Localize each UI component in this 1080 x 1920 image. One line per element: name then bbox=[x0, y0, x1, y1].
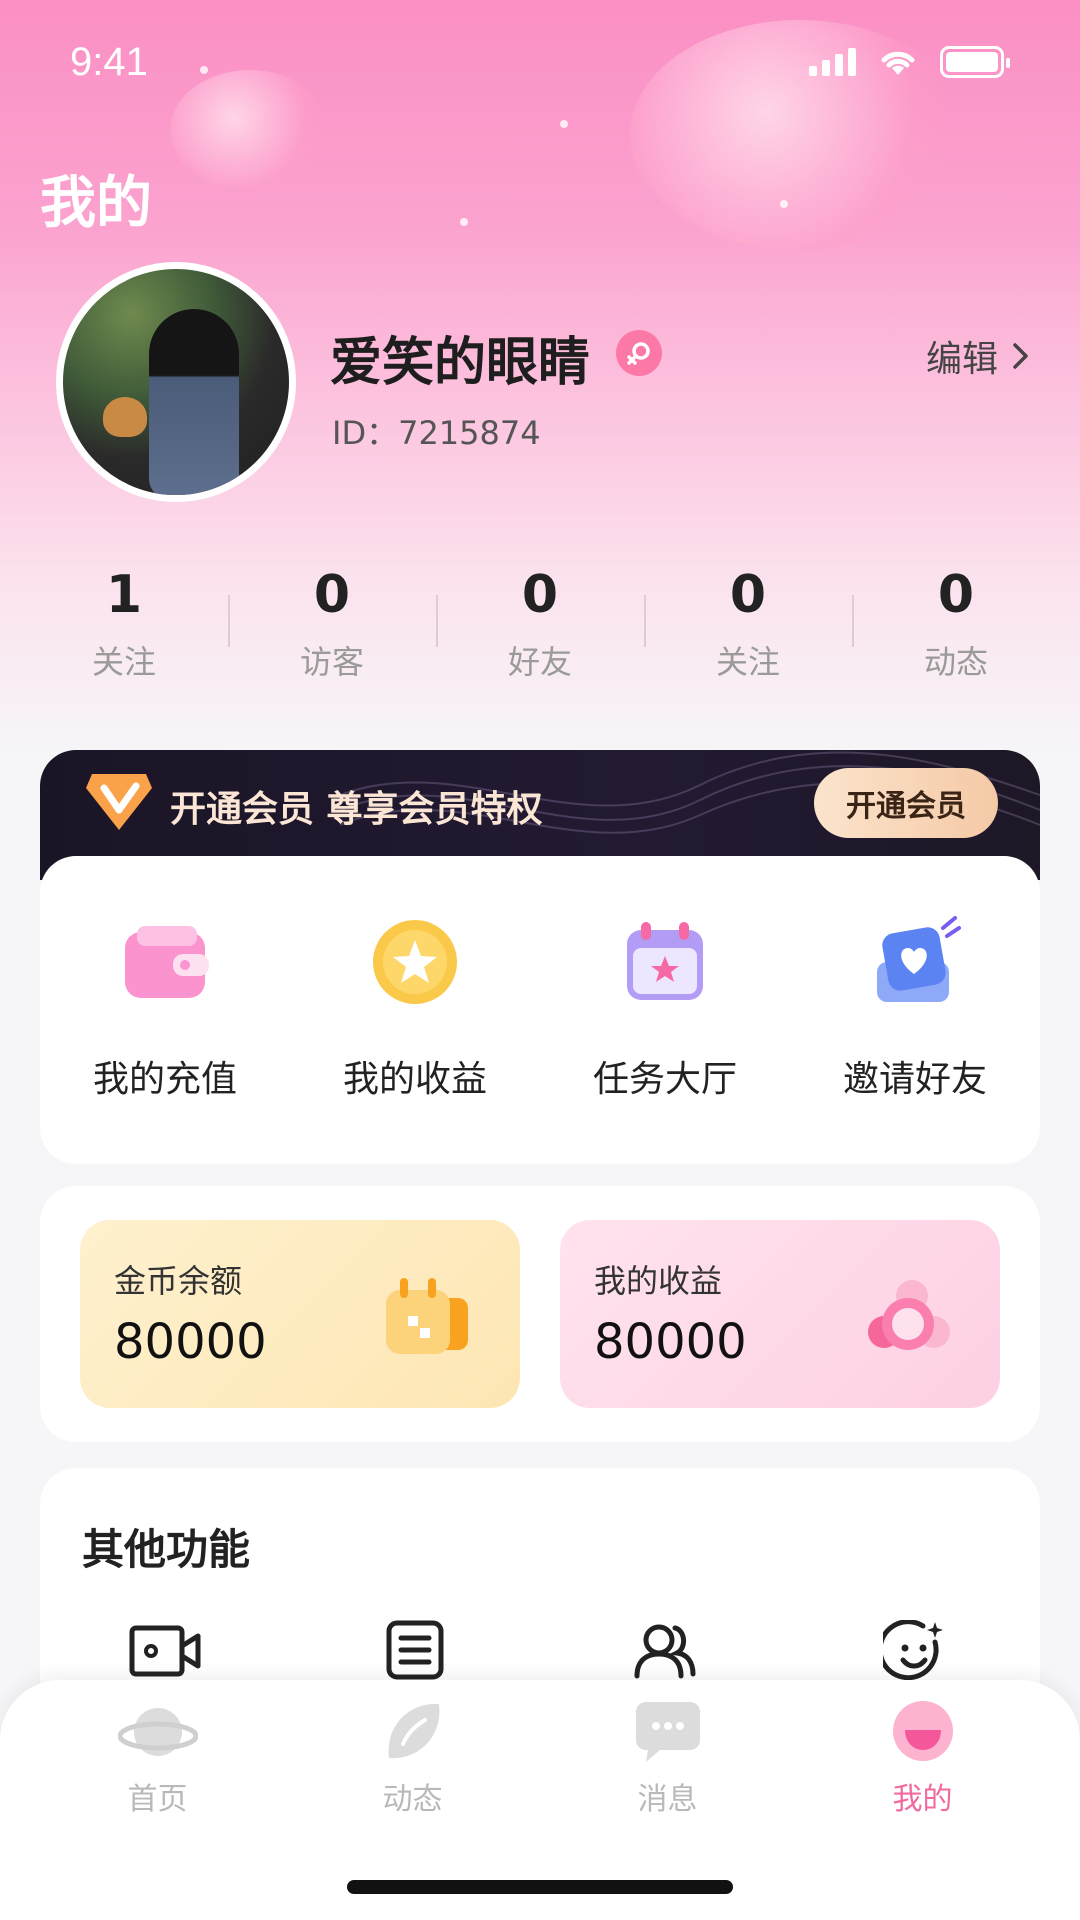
wifi-icon bbox=[881, 51, 915, 75]
me-icon bbox=[883, 1696, 963, 1766]
stat-label: 访客 bbox=[299, 643, 364, 681]
page-title: 我的 bbox=[40, 171, 152, 236]
quick-action-label: 邀请好友 bbox=[842, 1059, 987, 1100]
stat-value: 0 bbox=[313, 565, 351, 625]
avatar-photo-person bbox=[149, 309, 239, 495]
stat-value: 0 bbox=[729, 565, 767, 625]
tab-messages[interactable]: 消息 bbox=[540, 1696, 795, 1818]
chevron-right-icon bbox=[1013, 343, 1028, 369]
users-icon[interactable] bbox=[540, 1620, 790, 1684]
stat-label: 动态 bbox=[923, 643, 988, 681]
other-functions-title: 其他功能 bbox=[82, 1525, 251, 1574]
quick-action-invite[interactable]: 邀请好友 bbox=[790, 914, 1040, 1102]
coin-balance-title: 金币余额 bbox=[114, 1262, 243, 1300]
quick-actions-card: 我的充值 我的收益 任务大厅 邀请好友 bbox=[40, 856, 1040, 1164]
open-vip-button[interactable]: 开通会员 bbox=[814, 768, 998, 838]
stat-value: 0 bbox=[937, 565, 975, 625]
cellular-signal-icon bbox=[809, 48, 856, 76]
status-icons bbox=[809, 46, 1010, 78]
leaf-icon bbox=[373, 1696, 453, 1766]
smile-sparkle-icon[interactable] bbox=[790, 1620, 1040, 1684]
edit-profile-button[interactable]: 编辑 bbox=[926, 330, 1030, 382]
stats-row: 1 关注 0 访客 0 好友 0 关注 0 动态 bbox=[20, 565, 1060, 683]
quick-action-recharge[interactable]: 我的充值 bbox=[40, 914, 290, 1102]
stat-value: 0 bbox=[521, 565, 559, 625]
status-bar: 9:41 bbox=[0, 0, 1080, 130]
stat-label: 关注 bbox=[91, 643, 156, 681]
income-title: 我的收益 bbox=[594, 1262, 723, 1300]
vip-diamond-icon bbox=[86, 774, 152, 830]
stat-following[interactable]: 1 关注 bbox=[20, 565, 228, 683]
heart-invite-icon bbox=[867, 914, 963, 1010]
tab-label: 动态 bbox=[382, 1782, 443, 1817]
document-icon[interactable] bbox=[290, 1620, 540, 1684]
star-coin-icon bbox=[367, 914, 463, 1010]
coin-box-icon bbox=[382, 1272, 472, 1362]
tab-feed[interactable]: 动态 bbox=[285, 1696, 540, 1818]
coin-balance-box[interactable]: 金币余额 80000 bbox=[80, 1220, 520, 1408]
planet-icon bbox=[117, 1696, 198, 1766]
stat-friends[interactable]: 0 好友 bbox=[436, 565, 644, 683]
sparkle-decoration bbox=[780, 200, 788, 208]
income-icon bbox=[862, 1272, 952, 1362]
tab-label: 我的 bbox=[892, 1782, 953, 1817]
quick-action-earnings[interactable]: 我的收益 bbox=[290, 914, 540, 1102]
calendar-star-icon bbox=[617, 914, 713, 1010]
avatar-photo-cat bbox=[103, 397, 147, 437]
coin-balance-value: 80000 bbox=[114, 1314, 267, 1370]
tab-me[interactable]: 我的 bbox=[795, 1696, 1050, 1818]
battery-icon bbox=[940, 46, 1010, 78]
avatar[interactable] bbox=[56, 262, 296, 502]
edit-label: 编辑 bbox=[925, 339, 998, 380]
stat-followers[interactable]: 0 关注 bbox=[644, 565, 852, 683]
username: 爱笑的眼睛 bbox=[330, 333, 591, 393]
vip-promo-text: 开通会员 尊享会员特权 bbox=[170, 789, 543, 830]
tab-label: 首页 bbox=[127, 1782, 188, 1817]
sparkle-decoration bbox=[460, 218, 468, 226]
user-id: ID：7215874 bbox=[332, 414, 541, 452]
stat-visitors[interactable]: 0 访客 bbox=[228, 565, 436, 683]
quick-action-label: 任务大厅 bbox=[592, 1059, 737, 1100]
tab-home[interactable]: 首页 bbox=[30, 1696, 285, 1818]
income-value: 80000 bbox=[594, 1314, 747, 1370]
home-indicator[interactable] bbox=[347, 1880, 733, 1894]
quick-action-task-hall[interactable]: 任务大厅 bbox=[540, 914, 790, 1102]
quick-action-label: 我的充值 bbox=[92, 1059, 237, 1100]
wallet-icon bbox=[117, 914, 213, 1010]
female-icon bbox=[616, 330, 662, 376]
status-time: 9:41 bbox=[70, 40, 148, 84]
chat-icon bbox=[628, 1696, 708, 1766]
stat-label: 关注 bbox=[715, 643, 780, 681]
wallet-card: 金币余额 80000 我的收益 80000 bbox=[40, 1186, 1040, 1442]
quick-action-label: 我的收益 bbox=[342, 1059, 487, 1100]
stat-value: 1 bbox=[105, 565, 143, 625]
stat-posts[interactable]: 0 动态 bbox=[852, 565, 1060, 683]
income-box[interactable]: 我的收益 80000 bbox=[560, 1220, 1000, 1408]
tab-label: 消息 bbox=[637, 1782, 698, 1817]
stat-label: 好友 bbox=[507, 643, 572, 681]
video-camera-icon[interactable] bbox=[40, 1620, 290, 1684]
